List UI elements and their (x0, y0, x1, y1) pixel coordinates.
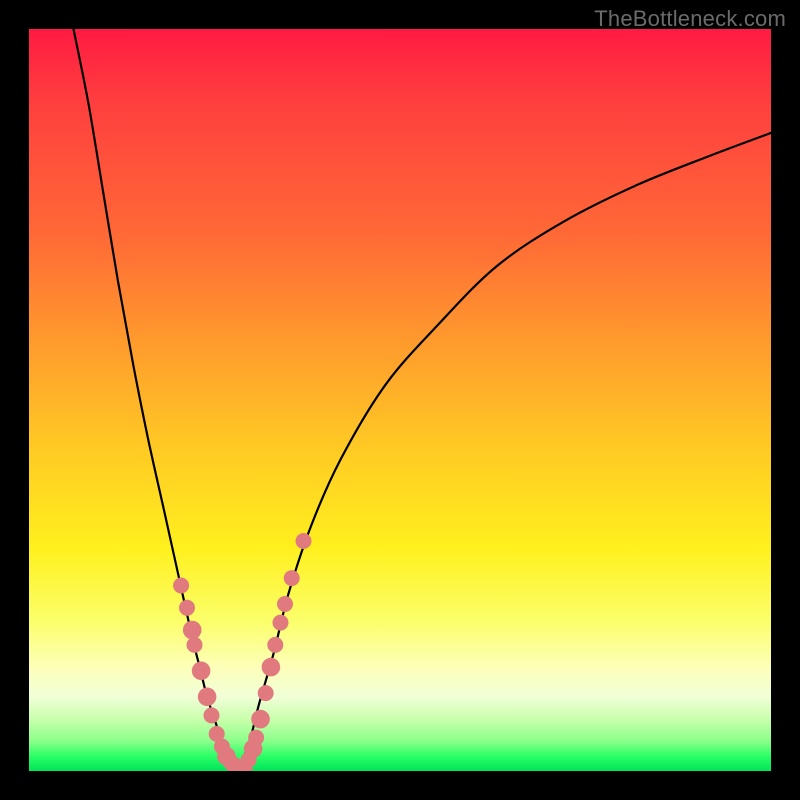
chart-frame: TheBottleneck.com (0, 0, 800, 800)
left-curve (74, 29, 237, 771)
dot (187, 637, 203, 653)
dot (277, 596, 293, 612)
dot (251, 710, 270, 729)
dot (192, 662, 211, 681)
dot (258, 685, 274, 701)
dot (248, 730, 264, 746)
dot (262, 658, 281, 677)
right-curve (237, 133, 771, 771)
dot (296, 533, 312, 549)
highlight-dots (173, 533, 311, 771)
chart-svg (29, 29, 771, 771)
plot-area (29, 29, 771, 771)
dot (273, 615, 289, 631)
dot (284, 570, 300, 586)
dot (267, 637, 283, 653)
dot (204, 707, 220, 723)
watermark-text: TheBottleneck.com (594, 6, 786, 32)
dot (173, 578, 189, 594)
dot (198, 688, 217, 707)
dot (183, 621, 202, 640)
dot (179, 600, 195, 616)
